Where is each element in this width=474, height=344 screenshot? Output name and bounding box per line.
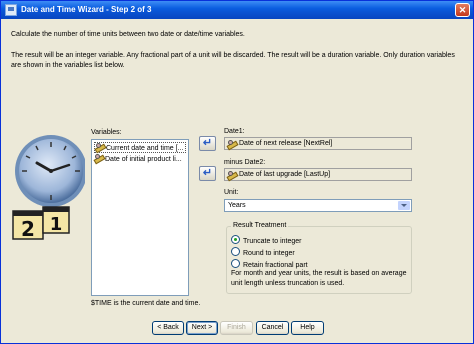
- radio-label: Retain fractional part: [243, 262, 308, 269]
- date1-field[interactable]: Date of next release [NextRel]: [224, 137, 412, 150]
- unit-label: Unit:: [224, 189, 239, 196]
- date-time-wizard-window: Date and Time Wizard - Step 2 of 3 ✕ Cal…: [0, 0, 474, 344]
- window-title: Date and Time Wizard - Step 2 of 3: [21, 5, 152, 14]
- chevron-down-icon[interactable]: [398, 201, 410, 210]
- finish-button[interactable]: Finish: [220, 321, 253, 335]
- radio-button[interactable]: [231, 247, 240, 256]
- intro-text-2: The result will be an integer variable. …: [11, 52, 455, 69]
- radio-label: Truncate to integer: [243, 238, 302, 245]
- calendar-digit-2: 2: [21, 217, 35, 241]
- date2-field[interactable]: Date of last upgrade [LastUp]: [224, 168, 412, 181]
- time-note: $TIME is the current date and time.: [91, 300, 201, 307]
- ruler-icon: [95, 143, 104, 151]
- cancel-button[interactable]: Cancel: [256, 321, 289, 335]
- back-button[interactable]: < Back: [152, 321, 184, 335]
- date1-label: Date1:: [224, 128, 245, 135]
- date2-value: Date of last upgrade [LastUp]: [239, 171, 331, 178]
- list-item-current-date[interactable]: Current date and time [...: [94, 142, 187, 153]
- unit-select[interactable]: Years: [224, 199, 412, 212]
- result-treatment-title: Result Treatment: [231, 221, 289, 231]
- list-item-label: Current date and time [...: [106, 145, 184, 152]
- unit-value: Years: [228, 202, 246, 209]
- move-to-date2-button[interactable]: ↵: [199, 166, 216, 181]
- help-button[interactable]: Help: [291, 321, 324, 335]
- next-button[interactable]: Next >: [186, 321, 218, 335]
- move-to-date1-button[interactable]: ↵: [199, 136, 216, 151]
- ruler-icon: [227, 140, 236, 148]
- radio-truncate[interactable]: Truncate to integer: [231, 235, 302, 245]
- clock-calendar-icon: 2 1: [12, 135, 85, 241]
- ruler-icon: [94, 154, 103, 162]
- result-treatment-group: Result Treatment Truncate to integer Rou…: [226, 221, 412, 294]
- radio-round[interactable]: Round to integer: [231, 247, 295, 257]
- ruler-icon: [227, 171, 236, 179]
- result-treatment-note: For month and year units, the result is …: [231, 270, 407, 287]
- variables-label: Variables:: [91, 129, 122, 136]
- list-item-label: Date of initial product li...: [105, 156, 182, 163]
- calendar-digit-1: 1: [50, 214, 63, 235]
- title-bar[interactable]: Date and Time Wizard - Step 2 of 3 ✕: [1, 1, 473, 19]
- close-button[interactable]: ✕: [455, 3, 470, 17]
- variables-list[interactable]: Current date and time [... Date of initi…: [91, 139, 189, 296]
- radio-button[interactable]: [231, 235, 240, 244]
- date1-value: Date of next release [NextRel]: [239, 140, 333, 147]
- date2-label: minus Date2:: [224, 159, 266, 166]
- radio-label: Round to integer: [243, 250, 295, 257]
- radio-retain[interactable]: Retain fractional part: [231, 259, 308, 269]
- app-icon: [5, 4, 17, 16]
- radio-button[interactable]: [231, 259, 240, 268]
- intro-text-1: Calculate the number of time units betwe…: [11, 31, 245, 38]
- list-item-initial-product[interactable]: Date of initial product li...: [94, 154, 184, 165]
